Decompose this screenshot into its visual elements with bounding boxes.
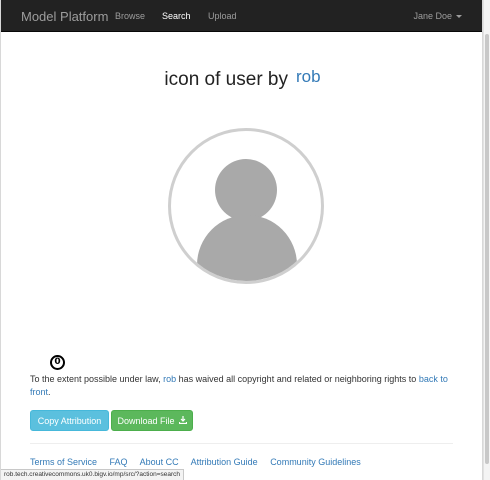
footer-faq-link[interactable]: FAQ <box>110 457 128 467</box>
download-file-label: Download File <box>117 416 175 426</box>
caret-down-icon <box>456 15 462 19</box>
page-title: icon of user by rob <box>1 67 482 91</box>
navbar: Model Platform Browse Search Upload Jane… <box>1 0 482 32</box>
browser-viewport: Model Platform Browse Search Upload Jane… <box>0 0 483 480</box>
license-statement: To the extent possible under law, rob ha… <box>30 373 460 399</box>
footer-community-guidelines-link[interactable]: Community Guidelines <box>270 457 361 467</box>
scrollbar-thumb[interactable] <box>485 34 489 464</box>
user-menu[interactable]: Jane Doe <box>413 11 462 21</box>
footer-about-cc-link[interactable]: About CC <box>140 457 179 467</box>
avatar-head <box>215 159 277 221</box>
copy-attribution-button[interactable]: Copy Attribution <box>30 410 109 431</box>
waiver-text-before: To the extent possible under law, <box>30 374 161 384</box>
status-bar-url: rob.tech.creativecommons.uk0.bigv.io/mp/… <box>1 469 185 480</box>
title-prefix: icon of user by <box>164 69 288 90</box>
vertical-scrollbar[interactable] <box>483 0 490 480</box>
footer-terms-link[interactable]: Terms of Service <box>30 457 97 467</box>
avatar-body <box>197 215 297 281</box>
waiver-period: . <box>48 387 51 397</box>
user-name: Jane Doe <box>413 11 452 21</box>
footer-divider <box>30 443 453 444</box>
download-file-button[interactable]: Download File <box>111 410 193 431</box>
user-avatar-icon <box>168 128 324 284</box>
download-icon <box>178 411 187 432</box>
waiver-author-link[interactable]: rob <box>163 374 176 384</box>
footer-attribution-guide-link[interactable]: Attribution Guide <box>191 457 258 467</box>
copy-attribution-label: Copy Attribution <box>37 416 102 426</box>
author-link[interactable]: rob <box>296 67 321 86</box>
nav-upload[interactable]: Upload <box>208 11 237 21</box>
brand-link[interactable]: Model Platform <box>21 9 108 24</box>
nav-search[interactable]: Search <box>162 11 191 21</box>
waiver-text-after: has waived all copyright and related or … <box>178 374 417 384</box>
footer-links: Terms of Service FAQ About CC Attributio… <box>30 457 371 467</box>
cc-zero-icon[interactable]: 0 <box>50 355 65 370</box>
nav-browse[interactable]: Browse <box>115 11 145 21</box>
